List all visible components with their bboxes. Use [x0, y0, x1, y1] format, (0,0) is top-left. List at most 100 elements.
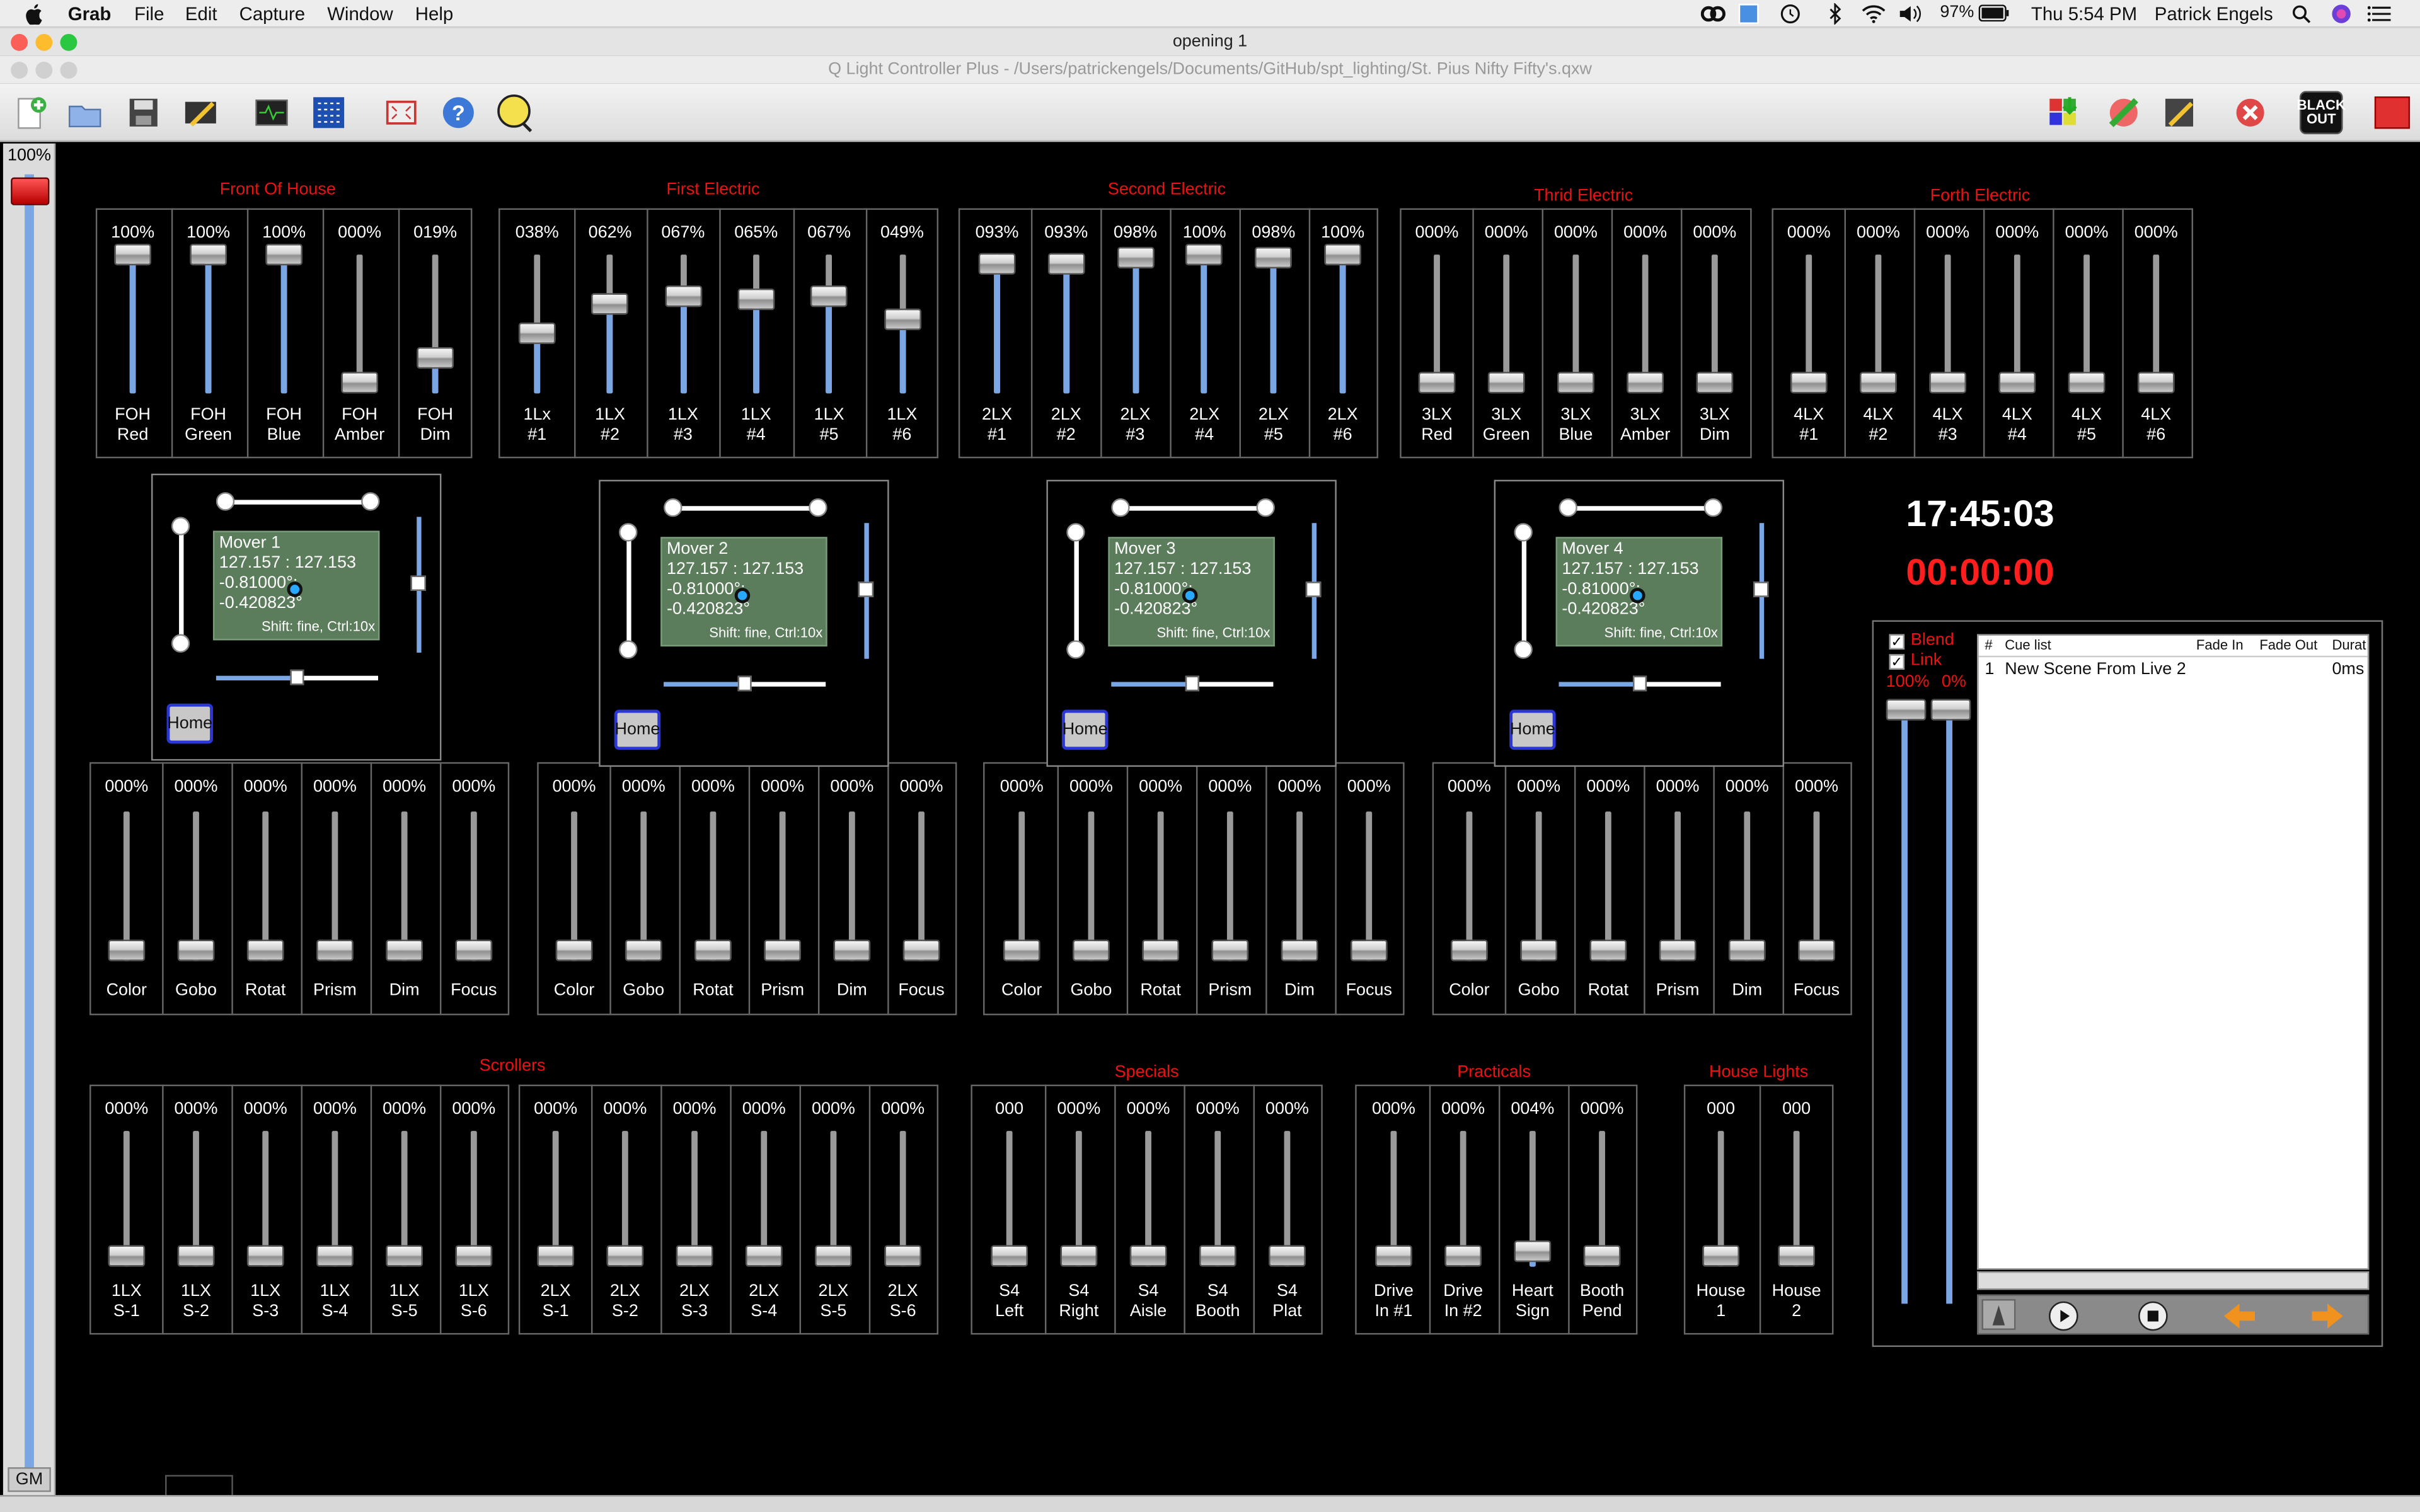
app-zoom-icon[interactable] [60, 61, 78, 79]
fader-knob[interactable] [902, 939, 940, 961]
fader-knob[interactable] [606, 1245, 644, 1267]
fader-knob[interactable] [1998, 372, 2036, 394]
fader-knob[interactable] [1451, 939, 1488, 961]
pan-range-max-handle[interactable] [361, 492, 380, 511]
blend-checkbox[interactable]: ✓ [1889, 634, 1905, 650]
col-number[interactable]: # [1985, 637, 1992, 652]
fader-knob[interactable] [1702, 1245, 1740, 1267]
tilt-range-min-handle[interactable] [619, 523, 638, 542]
menubar-clock[interactable]: Thu 5:54 PM [2031, 3, 2137, 25]
notification-center-icon[interactable] [2367, 4, 2392, 23]
fader-knob[interactable] [1798, 939, 1835, 961]
fader-knob[interactable] [455, 939, 493, 961]
minimize-window-icon[interactable] [35, 33, 53, 51]
fader-knob[interactable] [810, 285, 848, 308]
fader-knob[interactable] [1418, 372, 1456, 394]
wifi-icon[interactable] [1861, 4, 1886, 23]
home-button[interactable]: Home [614, 709, 661, 750]
fader-knob[interactable] [1696, 372, 1734, 394]
creative-cloud-icon[interactable] [1700, 4, 1726, 23]
cue-table[interactable]: # Cue list Fade In Fade Out Durat 1 New … [1977, 634, 2370, 1270]
stop-all-icon[interactable] [2228, 91, 2272, 134]
tilt-range-max-handle[interactable] [171, 634, 190, 653]
close-window-icon[interactable] [11, 33, 28, 51]
fader-knob[interactable] [455, 1245, 493, 1267]
fader-knob[interactable] [1659, 939, 1697, 961]
fader-knob[interactable] [555, 939, 593, 961]
pan-range-min-handle[interactable] [1111, 498, 1130, 517]
metronome-icon[interactable] [1981, 1299, 2016, 1331]
function-wizard-icon[interactable] [2158, 91, 2201, 134]
menu-app-name[interactable]: Grab [68, 3, 112, 25]
stop-icon[interactable] [2138, 1301, 2169, 1339]
fader-knob[interactable] [625, 939, 662, 961]
col-fade-out[interactable]: Fade Out [2259, 637, 2317, 652]
fader-knob[interactable] [2068, 372, 2106, 394]
menu-help[interactable]: Help [415, 3, 453, 25]
fader-knob[interactable] [190, 243, 228, 266]
fader-knob[interactable] [108, 1245, 146, 1267]
fader-knob[interactable] [1269, 1245, 1306, 1267]
fullscreen-icon[interactable] [379, 91, 423, 134]
home-button[interactable]: Home [1509, 709, 1556, 750]
fader-knob[interactable] [1142, 939, 1180, 961]
fader-knob[interactable] [1487, 372, 1525, 394]
live-edit-icon[interactable] [2042, 91, 2085, 134]
fader-knob[interactable] [1778, 1245, 1816, 1267]
tilt-range-max-handle[interactable] [1514, 640, 1533, 659]
fader-knob[interactable] [518, 323, 556, 345]
volume-icon[interactable] [1898, 4, 1923, 23]
fader-knob[interactable] [177, 1245, 215, 1267]
fader-knob[interactable] [1281, 939, 1318, 961]
fader-knob[interactable] [246, 939, 284, 961]
fader-knob[interactable] [177, 939, 215, 961]
crossfade-left-knob[interactable] [1886, 699, 1927, 721]
fader-knob[interactable] [1520, 939, 1558, 961]
fader-knob[interactable] [1047, 253, 1085, 275]
workspace-tab-stub[interactable] [165, 1475, 233, 1497]
fader-knob[interactable] [1728, 939, 1766, 961]
fader-knob[interactable] [884, 309, 921, 331]
fader-knob[interactable] [1444, 1245, 1482, 1267]
home-button[interactable]: Home [1061, 709, 1109, 750]
apple-icon[interactable] [25, 3, 43, 25]
open-icon[interactable] [63, 91, 107, 134]
timer-display[interactable]: 00:00:00 [1872, 553, 2089, 596]
siri-icon[interactable] [2331, 3, 2352, 25]
monitor-icon[interactable] [250, 91, 294, 134]
pan-range-max-handle[interactable] [1703, 498, 1723, 517]
crossfade-right-knob[interactable] [1930, 699, 1971, 721]
fader-knob[interactable] [978, 253, 1016, 275]
document-title[interactable]: opening 1 [1173, 32, 1247, 50]
pan-range-min-handle[interactable] [1559, 498, 1577, 517]
fader-knob[interactable] [1003, 939, 1040, 961]
fader-knob[interactable] [1589, 939, 1627, 961]
menubar-user[interactable]: Patrick Engels [2155, 3, 2273, 25]
panic-icon[interactable] [2371, 91, 2414, 134]
fader-knob[interactable] [815, 1245, 852, 1267]
fader-knob[interactable] [884, 1245, 922, 1267]
xy-position-marker[interactable] [1182, 588, 1198, 604]
link-checkbox[interactable]: ✓ [1889, 654, 1905, 670]
fader-knob[interactable] [537, 1245, 575, 1267]
time-machine-icon[interactable] [1780, 3, 1801, 25]
address-tool-icon[interactable] [2102, 91, 2146, 134]
gm-slider-knob[interactable] [11, 177, 50, 205]
battery-icon[interactable] [1978, 4, 2010, 22]
fader-knob[interactable] [1514, 1240, 1552, 1262]
fader-knob[interactable] [1199, 1245, 1236, 1267]
fader-knob[interactable] [1211, 939, 1249, 961]
fader-knob[interactable] [1060, 1245, 1098, 1267]
fader-knob[interactable] [737, 289, 775, 311]
fader-knob[interactable] [386, 1245, 424, 1267]
edit-mode-icon[interactable] [179, 91, 222, 134]
menu-window[interactable]: Window [327, 3, 393, 25]
save-icon[interactable] [122, 91, 165, 134]
pan-fine-handle[interactable] [1185, 675, 1199, 692]
fader-knob[interactable] [991, 1245, 1028, 1267]
spotlight-icon[interactable] [2292, 4, 2311, 23]
fader-knob[interactable] [108, 939, 146, 961]
pan-range-max-handle[interactable] [1256, 498, 1275, 517]
xy-position-marker[interactable] [287, 581, 303, 597]
fader-knob[interactable] [664, 285, 702, 308]
